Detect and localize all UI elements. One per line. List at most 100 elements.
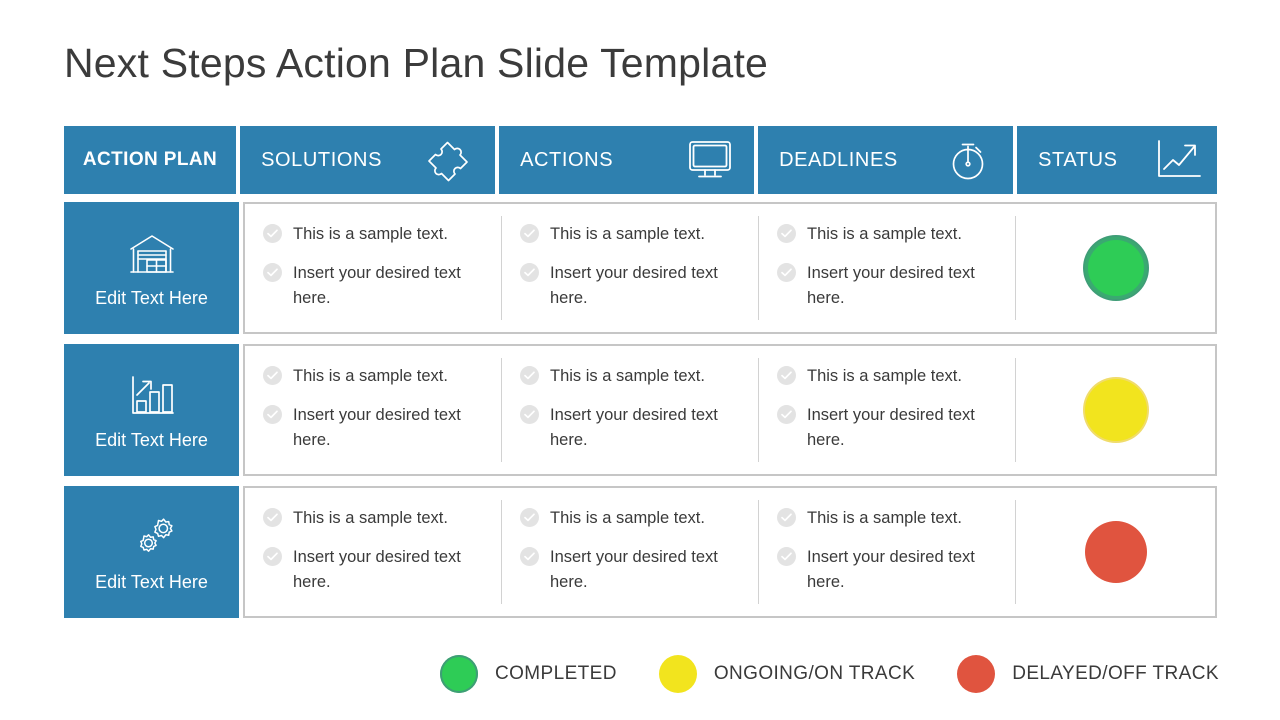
page-title: Next Steps Action Plan Slide Template <box>64 40 769 86</box>
legend-item-ongoing: ONGOING/ON TRACK <box>658 655 916 693</box>
list-item-text: This is a sample text. <box>550 509 705 527</box>
header-label-deadlines: DEADLINES <box>779 148 898 171</box>
cell-deadlines-2: This is a sample text. Insert your desir… <box>759 346 1016 474</box>
status-badge[interactable] <box>1084 237 1147 299</box>
stopwatch-icon <box>943 136 995 184</box>
table-row: Edit Text Here This is a sample text. In… <box>64 486 1217 618</box>
slide-canvas: Next Steps Action Plan Slide Template AC… <box>0 0 1280 720</box>
list-item: Insert your desired text here. <box>263 261 488 311</box>
check-icon <box>777 547 796 567</box>
check-icon <box>263 405 282 425</box>
legend-dot-ongoing <box>658 655 697 693</box>
list-item-text: Insert your desired text here. <box>550 264 718 308</box>
list-item: This is a sample text. <box>520 506 745 531</box>
table-header-row: ACTION PLAN SOLUTIONS ACTIONS DEADLINES … <box>64 126 1217 194</box>
list-item: Insert your desired text here. <box>520 261 745 311</box>
list-item-text: Insert your desired text here. <box>293 548 461 592</box>
list-item-text: Insert your desired text here. <box>550 548 718 592</box>
list-item: Insert your desired text here. <box>777 261 1002 311</box>
check-icon <box>520 224 539 243</box>
cell-solutions-3: This is a sample text. Insert your desir… <box>245 488 502 616</box>
header-label-solutions: SOLUTIONS <box>261 148 383 171</box>
check-icon <box>777 508 796 527</box>
header-cell-deadlines[interactable]: DEADLINES <box>758 126 1014 194</box>
check-icon <box>777 405 796 425</box>
list-item: This is a sample text. <box>777 222 1002 247</box>
row-label-cell-2[interactable]: Edit Text Here <box>64 344 239 476</box>
status-badge[interactable] <box>1084 521 1147 583</box>
legend-dot-delayed <box>957 655 996 693</box>
cell-solutions-1: This is a sample text. Insert your desir… <box>245 204 502 332</box>
growth-chart-icon <box>1153 136 1205 184</box>
list-item-text: Insert your desired text here. <box>550 406 718 450</box>
list-item: Insert your desired text here. <box>520 403 745 453</box>
row-label-text-3: Edit Text Here <box>95 571 208 592</box>
legend-item-delayed: DELAYED/OFF TRACK <box>957 655 1219 693</box>
cell-deadlines-1: This is a sample text. Insert your desir… <box>759 204 1016 332</box>
bar-chart-growth-icon <box>124 370 180 422</box>
list-item: Insert your desired text here. <box>777 403 1002 453</box>
header-label-action-plan: ACTION PLAN <box>82 149 218 170</box>
header-cell-solutions[interactable]: SOLUTIONS <box>240 126 496 194</box>
list-item-text: Insert your desired text here. <box>293 406 461 450</box>
gears-icon <box>124 512 180 564</box>
check-icon <box>263 224 282 243</box>
list-item-text: This is a sample text. <box>293 367 448 385</box>
list-item: This is a sample text. <box>263 222 488 247</box>
list-item-text: Insert your desired text here. <box>807 548 975 592</box>
legend-dot-completed <box>440 655 478 693</box>
legend-item-completed: COMPLETED <box>440 655 617 693</box>
list-item: This is a sample text. <box>263 364 488 389</box>
puzzle-piece-icon <box>425 136 477 184</box>
row-panel-1: This is a sample text. Insert your desir… <box>243 202 1217 334</box>
check-icon <box>777 366 796 385</box>
header-cell-status[interactable]: STATUS <box>1017 126 1217 194</box>
check-icon <box>777 224 796 243</box>
list-item-text: This is a sample text. <box>550 367 705 385</box>
header-cell-actions[interactable]: ACTIONS <box>499 126 755 194</box>
row-label-cell-3[interactable]: Edit Text Here <box>64 486 239 618</box>
table-row: Edit Text Here This is a sample text. In… <box>64 202 1217 334</box>
cell-status-1 <box>1016 204 1215 332</box>
cell-status-3 <box>1016 488 1215 616</box>
legend: COMPLETED ONGOING/ON TRACK DELAYED/OFF T… <box>440 655 1219 693</box>
check-icon <box>520 405 539 425</box>
cell-actions-1: This is a sample text. Insert your desir… <box>502 204 759 332</box>
list-item-text: Insert your desired text here. <box>807 264 975 308</box>
list-item: Insert your desired text here. <box>263 403 488 453</box>
legend-label-ongoing: ONGOING/ON TRACK <box>713 663 916 684</box>
check-icon <box>263 263 282 283</box>
list-item-text: This is a sample text. <box>807 367 962 385</box>
list-item: This is a sample text. <box>520 222 745 247</box>
check-icon <box>520 263 539 283</box>
list-item-text: This is a sample text. <box>807 509 962 527</box>
legend-label-delayed: DELAYED/OFF TRACK <box>1012 663 1219 684</box>
row-panel-2: This is a sample text. Insert your desir… <box>243 344 1217 476</box>
cell-status-2 <box>1016 346 1215 474</box>
list-item-text: This is a sample text. <box>807 225 962 243</box>
cell-solutions-2: This is a sample text. Insert your desir… <box>245 346 502 474</box>
header-cell-action-plan[interactable]: ACTION PLAN <box>64 126 237 194</box>
list-item-text: This is a sample text. <box>293 509 448 527</box>
row-label-cell-1[interactable]: Edit Text Here <box>64 202 239 334</box>
list-item: Insert your desired text here. <box>520 545 745 595</box>
row-label-text-2: Edit Text Here <box>95 429 208 450</box>
header-label-actions: ACTIONS <box>520 148 614 171</box>
check-icon <box>263 547 282 567</box>
check-icon <box>520 366 539 385</box>
status-badge[interactable] <box>1084 379 1147 441</box>
check-icon <box>520 547 539 567</box>
table-row: Edit Text Here This is a sample text. In… <box>64 344 1217 476</box>
list-item: Insert your desired text here. <box>263 545 488 595</box>
row-panel-3: This is a sample text. Insert your desir… <box>243 486 1217 618</box>
check-icon <box>263 366 282 385</box>
list-item: Insert your desired text here. <box>777 545 1002 595</box>
warehouse-icon <box>124 228 180 280</box>
cell-deadlines-3: This is a sample text. Insert your desir… <box>759 488 1016 616</box>
cell-actions-2: This is a sample text. Insert your desir… <box>502 346 759 474</box>
list-item-text: This is a sample text. <box>293 225 448 243</box>
list-item: This is a sample text. <box>520 364 745 389</box>
list-item-text: Insert your desired text here. <box>293 264 461 308</box>
check-icon <box>520 508 539 527</box>
cell-actions-3: This is a sample text. Insert your desir… <box>502 488 759 616</box>
